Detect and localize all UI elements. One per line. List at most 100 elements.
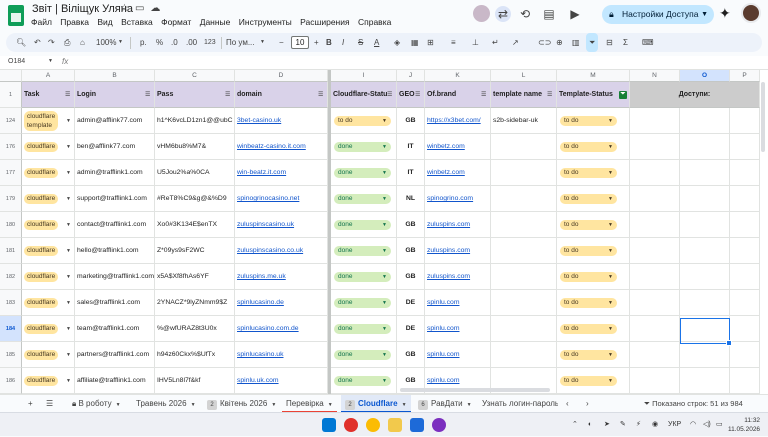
chevron-down-icon[interactable]: ▼ bbox=[66, 378, 71, 384]
document-title[interactable]: Звіт | Віліщук Уляна bbox=[32, 3, 133, 15]
domain-link[interactable]: zuluspins.me.uk bbox=[237, 273, 286, 280]
name-box[interactable]: O184 bbox=[8, 58, 25, 65]
brand-cell[interactable]: zuluspins.com bbox=[425, 212, 491, 238]
column-header-o[interactable]: O bbox=[680, 70, 730, 82]
status-chip[interactable]: to do ▼ bbox=[560, 220, 617, 230]
move-folder-icon[interactable]: ▭ bbox=[135, 3, 144, 14]
file-explorer-icon[interactable] bbox=[388, 418, 402, 432]
redo-icon[interactable]: ↷ bbox=[48, 33, 55, 52]
column-header-d[interactable]: D bbox=[235, 70, 328, 82]
menu-item[interactable]: Расширения bbox=[300, 17, 349, 27]
task-cell[interactable]: cloudflare ▼ bbox=[22, 160, 75, 186]
column-header-i[interactable]: I bbox=[331, 70, 397, 82]
task-cell[interactable]: cloudflare ▼ bbox=[22, 186, 75, 212]
template-status-cell[interactable]: to do ▼ bbox=[557, 264, 630, 290]
task-cell[interactable]: cloudflare ▼ bbox=[22, 238, 75, 264]
frozen-column-divider[interactable] bbox=[328, 70, 331, 394]
menu-item[interactable]: Справка bbox=[358, 17, 391, 27]
empty-cell[interactable] bbox=[730, 160, 760, 186]
pass-cell[interactable]: #ReT8%C9&g@&%D9 bbox=[155, 186, 235, 212]
vertical-scrollbar[interactable] bbox=[761, 82, 765, 152]
login-cell[interactable]: hello@trafflink1.com bbox=[75, 238, 155, 264]
task-chip[interactable]: cloudflare bbox=[24, 246, 58, 256]
meet-icon[interactable]: ▶ bbox=[567, 6, 583, 22]
font-select[interactable]: По ум... bbox=[226, 33, 255, 52]
column-header-n[interactable]: N bbox=[630, 70, 680, 82]
pass-cell[interactable]: vHM6bu8%M7& bbox=[155, 134, 235, 160]
chevron-down-icon[interactable]: ▼ bbox=[66, 274, 71, 280]
cloudflare-status-cell[interactable]: done ▼ bbox=[331, 316, 397, 342]
chevron-down-icon[interactable]: ▼ bbox=[66, 326, 71, 332]
chevron-down-icon[interactable]: ▼ bbox=[66, 222, 71, 228]
input-tools-icon[interactable]: ⌨ bbox=[642, 33, 654, 52]
domain-link[interactable]: 3bet-casino.uk bbox=[237, 117, 281, 124]
task-cell[interactable]: cloudflare ▼ bbox=[22, 134, 75, 160]
template-name-cell[interactable] bbox=[491, 264, 557, 290]
row-header[interactable]: 183 bbox=[0, 290, 22, 316]
task-chip[interactable]: cloudflare bbox=[24, 194, 58, 204]
template-name-cell[interactable] bbox=[491, 134, 557, 160]
geo-cell[interactable]: GB bbox=[397, 108, 425, 134]
pass-cell[interactable]: U5Jou2%a%0CA bbox=[155, 160, 235, 186]
template-status-cell[interactable]: to do ▼ bbox=[557, 316, 630, 342]
login-cell[interactable]: admin@trafflink1.com bbox=[75, 160, 155, 186]
tray-icon[interactable]: ◉ bbox=[652, 413, 658, 437]
filter-icon[interactable]: ☰ bbox=[225, 92, 232, 98]
link-icon[interactable]: ⊂⊃ bbox=[538, 33, 551, 52]
cloudflare-status-cell[interactable]: done ▼ bbox=[331, 264, 397, 290]
filter-views-icon[interactable]: ⊟ bbox=[606, 33, 613, 52]
template-status-cell[interactable]: to do ▼ bbox=[557, 186, 630, 212]
empty-cell[interactable] bbox=[730, 368, 760, 394]
pass-cell[interactable]: IHV5Ln8l7f&kf bbox=[155, 368, 235, 394]
app-icon[interactable] bbox=[432, 418, 446, 432]
template-name-cell[interactable] bbox=[491, 290, 557, 316]
status-chip[interactable]: to do ▼ bbox=[560, 298, 617, 308]
number-format-button[interactable]: 123 bbox=[204, 33, 216, 52]
brand-link[interactable]: spinlu.com bbox=[427, 325, 460, 332]
print-icon[interactable]: ⎙ bbox=[64, 33, 70, 52]
brand-link[interactable]: winbetz.com bbox=[427, 143, 465, 150]
pass-cell[interactable]: %@wfURAZ8t3U0x bbox=[155, 316, 235, 342]
column-header-p[interactable]: P bbox=[730, 70, 760, 82]
spreadsheet-grid[interactable]: A B C D I J K L M N O P 1 Task ☰ Login ☰ P… bbox=[0, 70, 768, 394]
brand-link[interactable]: zuluspins.com bbox=[427, 273, 470, 280]
filter-icon[interactable]: ☰ bbox=[318, 92, 325, 98]
pass-cell[interactable]: h94z60Ckx%$UfTx bbox=[155, 342, 235, 368]
functions-icon[interactable]: Σ bbox=[623, 33, 628, 52]
menu-item[interactable]: Вставка bbox=[121, 17, 153, 27]
column-header-b[interactable]: B bbox=[75, 70, 155, 82]
status-chip[interactable]: to do ▼ bbox=[560, 376, 617, 386]
task-chip[interactable]: cloudflare bbox=[24, 376, 58, 386]
chevron-down-icon[interactable]: ▼ bbox=[191, 402, 196, 408]
pass-cell[interactable]: x5A$Xf8fhAs6YF bbox=[155, 264, 235, 290]
pass-cell[interactable]: Xo0#3K134E$enTX bbox=[155, 212, 235, 238]
task-cell[interactable]: cloudflare ▼ bbox=[22, 316, 75, 342]
undo-icon[interactable]: ↶ bbox=[34, 33, 41, 52]
sheet-tab[interactable]: Травень 2026 ▼ bbox=[132, 395, 200, 413]
gemini-icon[interactable]: ✦ bbox=[719, 5, 731, 22]
domain-cell[interactable]: spinlucasino.com.de bbox=[235, 316, 328, 342]
search-menus-icon[interactable]: 🔍︎ bbox=[16, 33, 26, 52]
brand-link[interactable]: https://x3bet.com/ bbox=[427, 117, 481, 124]
empty-cell[interactable] bbox=[630, 186, 680, 212]
status-chip[interactable]: done ▼ bbox=[334, 324, 391, 334]
brand-link[interactable]: zuluspins.com bbox=[427, 247, 470, 254]
brand-link[interactable]: spinlu.com bbox=[427, 299, 460, 306]
empty-cell[interactable] bbox=[730, 316, 760, 342]
task-chip[interactable]: cloudflare template bbox=[24, 111, 58, 131]
align-horizontal-icon[interactable]: ≡ bbox=[451, 33, 456, 52]
login-cell[interactable]: support@trafflink1.com bbox=[75, 186, 155, 212]
column-header-m[interactable]: M bbox=[557, 70, 630, 82]
empty-cell[interactable] bbox=[680, 264, 730, 290]
login-cell[interactable]: marketing@trafflink1.com bbox=[75, 264, 155, 290]
template-name-cell[interactable] bbox=[491, 160, 557, 186]
active-filter-icon[interactable]: ⏷ bbox=[619, 91, 627, 99]
brand-cell[interactable]: zuluspins.com bbox=[425, 264, 491, 290]
scroll-tabs-left-icon[interactable]: ‹ bbox=[562, 395, 573, 413]
login-cell[interactable]: ben@afflink77.com bbox=[75, 134, 155, 160]
login-cell[interactable]: partners@trafflink1.com bbox=[75, 342, 155, 368]
filter-icon[interactable]: ☰ bbox=[145, 92, 152, 98]
brand-link[interactable]: spinlu.com bbox=[427, 351, 460, 358]
account-avatar[interactable] bbox=[741, 3, 761, 23]
empty-cell[interactable] bbox=[630, 238, 680, 264]
